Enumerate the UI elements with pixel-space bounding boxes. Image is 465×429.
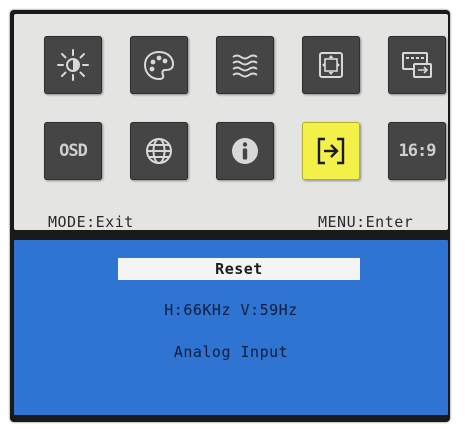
osd-label: OSD [59,141,88,161]
position-icon[interactable] [302,36,360,94]
globe-language-icon[interactable] [130,122,188,180]
frequency-readout: H:66KHz V:59Hz [164,301,298,319]
osd-settings-icon[interactable]: OSD [44,122,102,180]
aspect-ratio-label: 16:9 [398,141,437,161]
osd-icon-grid: OSD 16:9 [32,36,446,186]
language-display-icon[interactable] [388,36,446,94]
reset-input-icon[interactable] [302,122,360,180]
image-adjust-icon[interactable] [216,36,274,94]
input-source-label: Analog Input [173,343,289,361]
aspect-ratio-icon[interactable]: 16:9 [388,122,446,180]
osd-menu-panel: OSD 16:9 MODE:Exit MENU:Enter [14,14,448,231]
color-palette-icon[interactable] [130,36,188,94]
mode-exit-hint: MODE:Exit [48,213,134,231]
info-icon[interactable] [216,122,274,180]
menu-enter-hint: MENU:Enter [318,213,414,231]
selected-item-label: Reset [118,258,360,280]
brightness-icon[interactable] [44,36,102,94]
